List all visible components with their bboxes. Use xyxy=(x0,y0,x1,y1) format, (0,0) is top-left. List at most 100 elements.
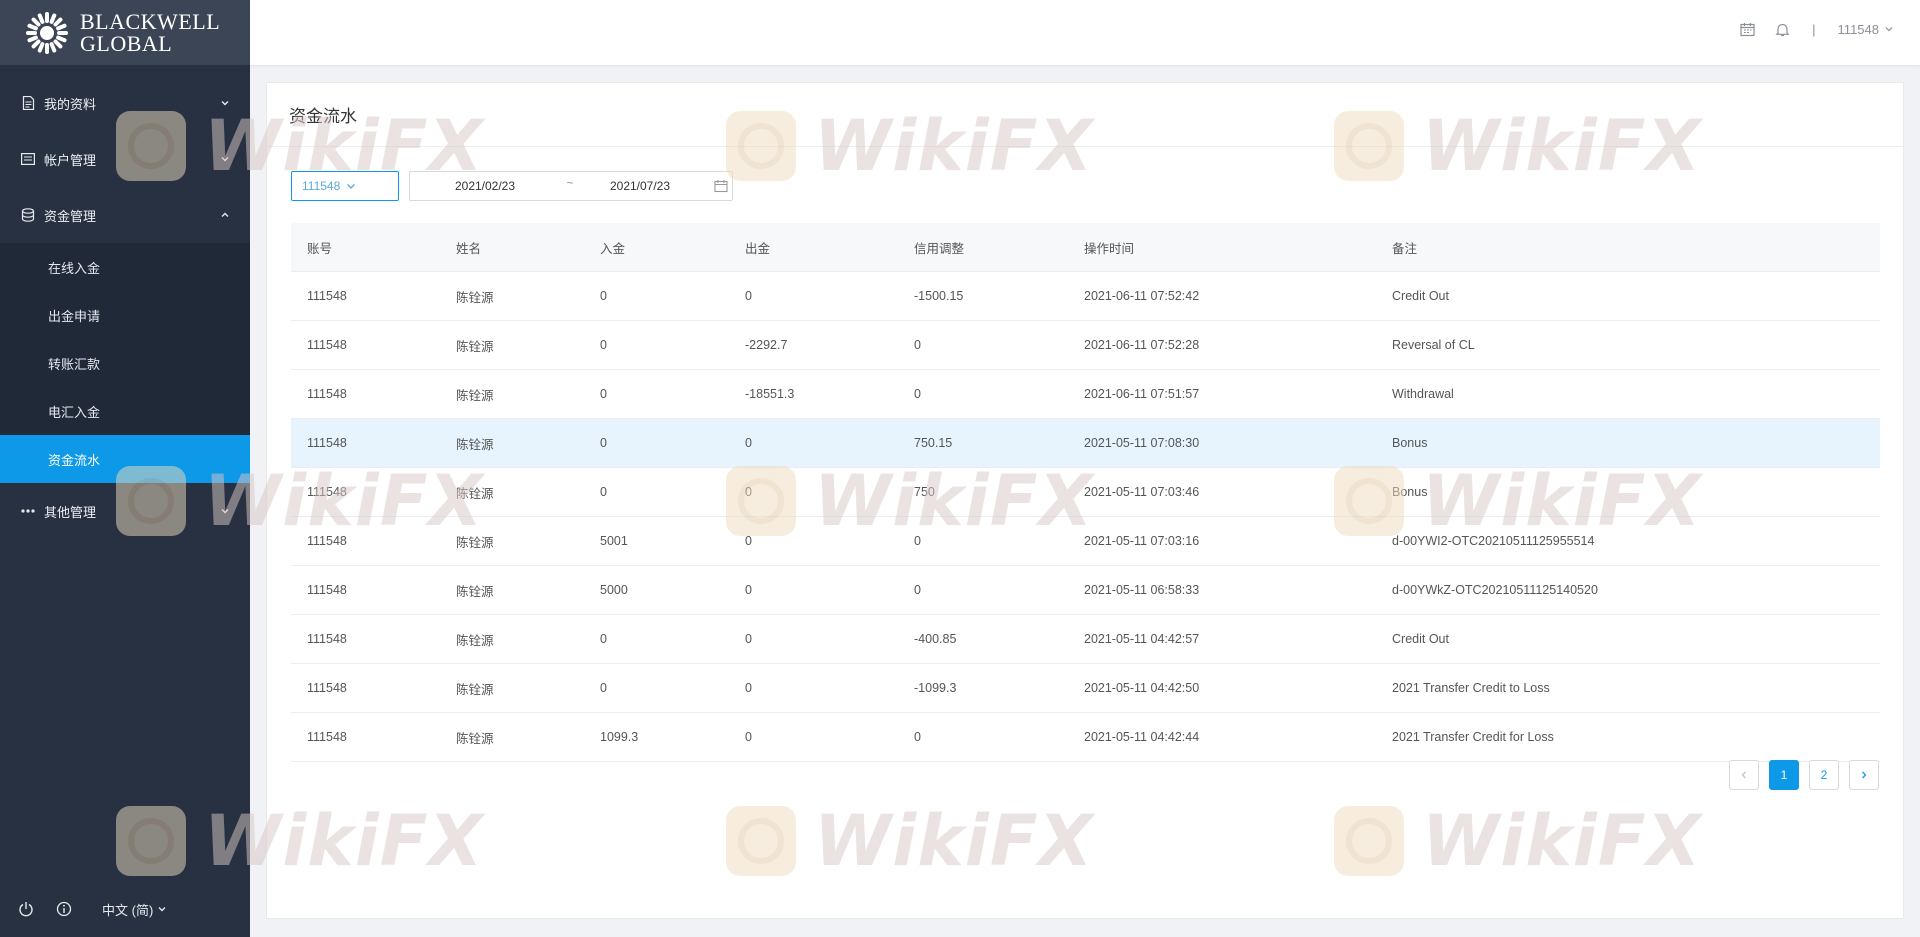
calendar-icon[interactable] xyxy=(1740,22,1755,37)
cell-withdrawal: 0 xyxy=(729,663,898,713)
sidebar-submenu-funds: 在线入金 出金申请 转账汇款 电汇入金 资金流水 xyxy=(0,243,250,483)
table-row[interactable]: 111548 陈铨源 0 0 -1500.15 2021-06-11 07:52:42 Cr… xyxy=(291,271,1880,321)
cell-deposit: 0 xyxy=(584,369,729,419)
sidebar-group-funds[interactable]: 资金管理 xyxy=(0,187,250,243)
calendar-icon[interactable] xyxy=(714,179,728,193)
prev-page-button[interactable] xyxy=(1729,760,1759,790)
table-row[interactable]: 111548 陈铨源 0 0 -400.85 2021-05-11 04:42:57 Cre… xyxy=(291,614,1880,664)
sidebar-item-transfer[interactable]: 转账汇款 xyxy=(0,339,250,387)
column-header-credit-adjustment: 信用调整 xyxy=(898,223,1068,272)
cell-withdrawal: 0 xyxy=(729,614,898,664)
cell-name: 陈铨源 xyxy=(440,663,584,713)
cell-remark: 2021 Transfer Credit for Loss xyxy=(1376,712,1880,762)
date-range-picker[interactable]: 2021/02/23 ~ 2021/07/23 xyxy=(409,171,733,201)
sidebar-group-other[interactable]: 其他管理 xyxy=(0,483,250,539)
account-select-value: 111548 xyxy=(302,179,341,193)
cell-credit: 0 xyxy=(898,565,1068,615)
sidebar-item-withdrawal-request[interactable]: 出金申请 xyxy=(0,291,250,339)
cell-deposit: 5001 xyxy=(584,516,729,566)
chevron-left-icon xyxy=(1741,771,1746,779)
account-select[interactable]: 111548 xyxy=(291,171,399,201)
info-icon[interactable] xyxy=(56,901,72,917)
sidebar-item-fund-flow[interactable]: 资金流水 xyxy=(0,435,250,483)
cell-time: 2021-05-11 07:03:16 xyxy=(1068,516,1376,566)
cell-deposit: 0 xyxy=(584,663,729,713)
date-end-input[interactable]: 2021/07/23 xyxy=(580,179,700,193)
page-button-2[interactable]: 2 xyxy=(1809,760,1839,790)
pagination: 1 2 xyxy=(1719,760,1879,790)
cell-remark: Bonus xyxy=(1376,467,1880,517)
sidebar-item-online-deposit[interactable]: 在线入金 xyxy=(0,243,250,291)
table-row[interactable]: 111548 陈铨源 0 -18551.3 0 2021-06-11 07:51:57 Wi… xyxy=(291,369,1880,419)
table-row[interactable]: 111548 陈铨源 0 0 -1099.3 2021-05-11 04:42:50 202… xyxy=(291,663,1880,713)
cell-account: 111548 xyxy=(291,271,440,321)
brand-line-1: BLACKWELL xyxy=(80,8,221,34)
cell-credit: -1500.15 xyxy=(898,271,1068,321)
date-range-separator: ~ xyxy=(566,176,574,190)
table-body: 111548 陈铨源 0 0 -1500.15 2021-06-11 07:52:42 Cr… xyxy=(291,271,1880,762)
user-id: 111548 xyxy=(1837,21,1879,37)
header-separator: | xyxy=(1812,21,1816,37)
language-selector[interactable]: 中文 (简) xyxy=(102,900,167,919)
brand-logo[interactable]: BLACKWELL GLOBAL xyxy=(0,0,250,65)
cell-credit: 750 xyxy=(898,467,1068,517)
cell-credit: 0 xyxy=(898,369,1068,419)
brand-logo-icon xyxy=(26,11,68,54)
chevron-down-icon xyxy=(220,154,230,164)
table-header-row: 账号 姓名 入金 出金 信用调整 操作时间 备注 xyxy=(291,223,1880,272)
bell-icon[interactable] xyxy=(1775,22,1790,37)
more-icon xyxy=(20,503,36,519)
chevron-down-icon xyxy=(345,180,388,192)
user-menu[interactable]: 111548 xyxy=(1838,22,1894,37)
cell-credit: -1099.3 xyxy=(898,663,1068,713)
power-icon[interactable] xyxy=(18,901,34,917)
sidebar: BLACKWELL GLOBAL 我的资料 帐户管理 资金管理 在线入金 出金申… xyxy=(0,0,250,937)
cell-remark: Credit Out xyxy=(1376,271,1880,321)
table-row[interactable]: 111548 陈铨源 5001 0 0 2021-05-11 07:03:16 d-00YW… xyxy=(291,516,1880,566)
sidebar-group-label: 其他管理 xyxy=(44,504,97,520)
table-row[interactable]: 111548 陈铨源 0 0 750 2021-05-11 07:03:46 Bonus xyxy=(291,467,1880,517)
cell-account: 111548 xyxy=(291,614,440,664)
cell-withdrawal: -18551.3 xyxy=(729,369,898,419)
next-page-button[interactable] xyxy=(1849,760,1879,790)
sidebar-item-wire-deposit[interactable]: 电汇入金 xyxy=(0,387,250,435)
table-row[interactable]: 111548 陈铨源 0 0 750.15 2021-05-11 07:08:30 Bonu… xyxy=(291,418,1880,468)
sidebar-footer: 中文 (简) xyxy=(0,881,250,937)
cell-time: 2021-05-11 07:03:46 xyxy=(1068,467,1376,517)
date-start-input[interactable]: 2021/02/23 xyxy=(410,179,560,193)
cell-name: 陈铨源 xyxy=(440,516,584,566)
column-header-operation-time: 操作时间 xyxy=(1068,223,1376,272)
cell-name: 陈铨源 xyxy=(440,467,584,517)
sidebar-group-label: 帐户管理 xyxy=(44,152,97,168)
cell-remark: d-00YWkZ-OTC20210511125140520 xyxy=(1376,565,1880,615)
table-row[interactable]: 111548 陈铨源 0 -2292.7 0 2021-06-11 07:52:28 Rev… xyxy=(291,320,1880,370)
cell-credit: 0 xyxy=(898,320,1068,370)
table-row[interactable]: 111548 陈铨源 5000 0 0 2021-05-11 06:58:33 d-00YW… xyxy=(291,565,1880,615)
cell-withdrawal: 0 xyxy=(729,467,898,517)
cell-name: 陈铨源 xyxy=(440,614,584,664)
chevron-down-icon xyxy=(157,904,167,914)
cell-remark: Withdrawal xyxy=(1376,369,1880,419)
cell-deposit: 0 xyxy=(584,320,729,370)
cell-remark: Bonus xyxy=(1376,418,1880,468)
fund-flow-card: 资金流水 111548 2021/02/23 ~ 2021/07/23 账号 姓… xyxy=(266,82,1904,919)
cell-withdrawal: 0 xyxy=(729,271,898,321)
cell-withdrawal: 0 xyxy=(729,565,898,615)
cell-account: 111548 xyxy=(291,320,440,370)
cell-account: 111548 xyxy=(291,565,440,615)
cell-deposit: 0 xyxy=(584,467,729,517)
top-header: | 111548 xyxy=(250,0,1920,65)
brand-line-2: GLOBAL xyxy=(80,30,173,56)
cell-time: 2021-06-11 07:52:28 xyxy=(1068,320,1376,370)
sidebar-group-profile[interactable]: 我的资料 xyxy=(0,75,250,131)
cell-remark: Credit Out xyxy=(1376,614,1880,664)
cell-deposit: 0 xyxy=(584,614,729,664)
sidebar-group-account[interactable]: 帐户管理 xyxy=(0,131,250,187)
cell-withdrawal: -2292.7 xyxy=(729,320,898,370)
cell-deposit: 5000 xyxy=(584,565,729,615)
column-header-withdrawal: 出金 xyxy=(729,223,898,272)
table-row[interactable]: 111548 陈铨源 1099.3 0 0 2021-05-11 04:42:44 2021… xyxy=(291,712,1880,762)
page-button-1[interactable]: 1 xyxy=(1769,760,1799,790)
cell-credit: 0 xyxy=(898,712,1068,762)
cell-account: 111548 xyxy=(291,369,440,419)
